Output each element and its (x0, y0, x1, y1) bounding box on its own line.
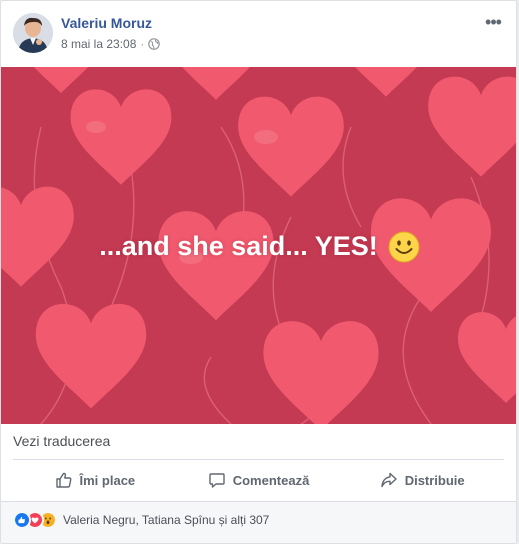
post-actions: Îmi place Comentează Distribuie (13, 461, 504, 499)
image-caption-container: ...and she said... YES! (1, 67, 516, 424)
avatar-image (13, 13, 53, 53)
reactions-summary[interactable]: Valeria Negru, Tatiana Spînu și alți 307 (13, 509, 269, 531)
more-options-button[interactable]: ••• (482, 13, 504, 31)
meta-separator: · (140, 37, 145, 51)
comment-icon (209, 473, 225, 488)
author-avatar[interactable] (13, 13, 53, 53)
share-button-label: Distribuie (404, 472, 465, 488)
comment-button[interactable]: Comentează (177, 464, 341, 496)
like-reaction-icon (13, 511, 31, 529)
globe-icon[interactable] (148, 38, 161, 50)
author-name[interactable]: Valeriu Moruz (61, 15, 152, 31)
like-button-label: Îmi place (79, 472, 136, 488)
post-card: Valeriu Moruz 8 mai la 23:08 · ••• ...an… (0, 0, 517, 544)
share-icon (380, 472, 397, 488)
smiley-face-emoji (388, 231, 420, 262)
post-image[interactable]: ...and she said... YES! (1, 67, 516, 424)
reactions-names[interactable]: Valeria Negru, Tatiana Spînu și alți 307 (63, 513, 269, 527)
image-caption: ...and she said... YES! (99, 231, 378, 261)
post-meta: 8 mai la 23:08 · (61, 37, 161, 51)
like-button[interactable]: Îmi place (13, 464, 177, 496)
actions-divider-top (13, 459, 504, 460)
share-button[interactable]: Distribuie (340, 464, 504, 496)
post-header: Valeriu Moruz 8 mai la 23:08 · ••• (1, 1, 516, 67)
thumbs-up-icon (55, 472, 71, 488)
comment-button-label: Comentează (232, 472, 310, 488)
reaction-icons (13, 511, 57, 529)
post-timestamp[interactable]: 8 mai la 23:08 (61, 37, 136, 51)
see-translation-link[interactable]: Vezi traducerea (13, 433, 110, 449)
more-dots-icon: ••• (485, 12, 502, 32)
